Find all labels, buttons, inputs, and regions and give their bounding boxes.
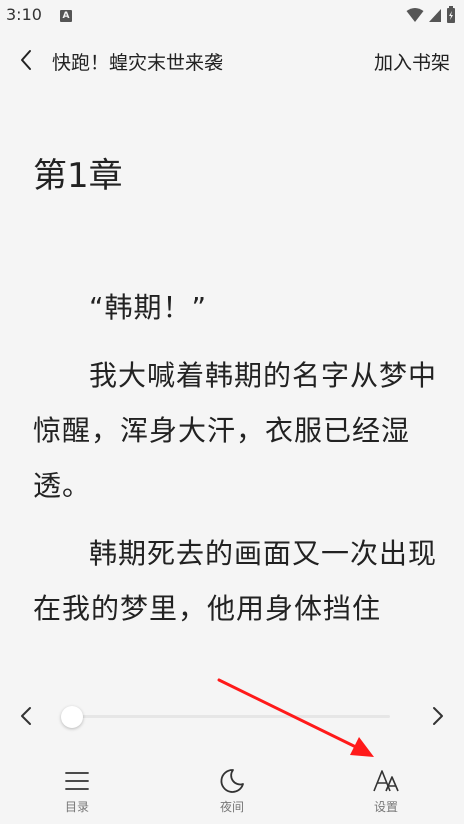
nav-label: 夜间 <box>219 800 244 814</box>
chevron-right-icon <box>433 707 443 725</box>
chapter-content: “韩期！” 我大喊着韩期的名字从梦中惊醒，浑身大汗，衣服已经湿透。 韩期死去的画… <box>33 280 438 649</box>
signal-icon <box>429 9 441 22</box>
back-button[interactable] <box>14 46 38 74</box>
moon-icon <box>220 769 244 793</box>
nav-item-settings[interactable]: 设置 <box>346 768 426 824</box>
status-time: 3:10 <box>6 5 42 24</box>
nav-item-catalog[interactable]: 目录 <box>37 768 117 824</box>
nav-label: 设置 <box>373 800 398 814</box>
next-chapter-button[interactable] <box>426 704 450 728</box>
add-to-shelf-button[interactable]: 加入书架 <box>374 48 450 75</box>
status-bar: 3:10 A <box>0 0 464 32</box>
chapter-progress-bar <box>0 696 464 736</box>
notification-icon: A <box>60 10 72 22</box>
prev-chapter-button[interactable] <box>14 704 38 728</box>
paragraph: 我大喊着韩期的名字从梦中惊醒，浑身大汗，衣服已经湿透。 <box>33 359 438 502</box>
app-header: 快跑！蝗灾末世来袭 加入书架 <box>0 40 464 80</box>
nav-label: 目录 <box>64 800 89 814</box>
menu-icon <box>65 772 89 790</box>
paragraph: “韩期！” <box>89 291 208 324</box>
chevron-left-icon <box>21 50 31 70</box>
progress-slider-thumb[interactable] <box>61 706 83 728</box>
wifi-icon <box>406 8 424 22</box>
status-icons <box>406 6 456 24</box>
reader-screen: 3:10 A 快跑！蝗灾末世来袭 加入书架 第1章 “韩期！” 我大喊着韩期的名… <box>0 0 464 824</box>
progress-slider-track[interactable] <box>72 715 390 718</box>
book-title: 快跑！蝗灾末世来袭 <box>52 52 224 74</box>
bottom-nav: 目录 夜间 设置 <box>0 760 464 824</box>
nav-item-night-mode[interactable]: 夜间 <box>192 768 272 824</box>
chapter-title: 第1章 <box>33 156 123 196</box>
paragraph: 韩期死去的画面又一次出现在我的梦里，他用身体挡住 <box>33 537 438 625</box>
font-settings-icon <box>373 770 399 792</box>
battery-icon <box>447 6 455 23</box>
chevron-left-icon <box>21 707 31 725</box>
